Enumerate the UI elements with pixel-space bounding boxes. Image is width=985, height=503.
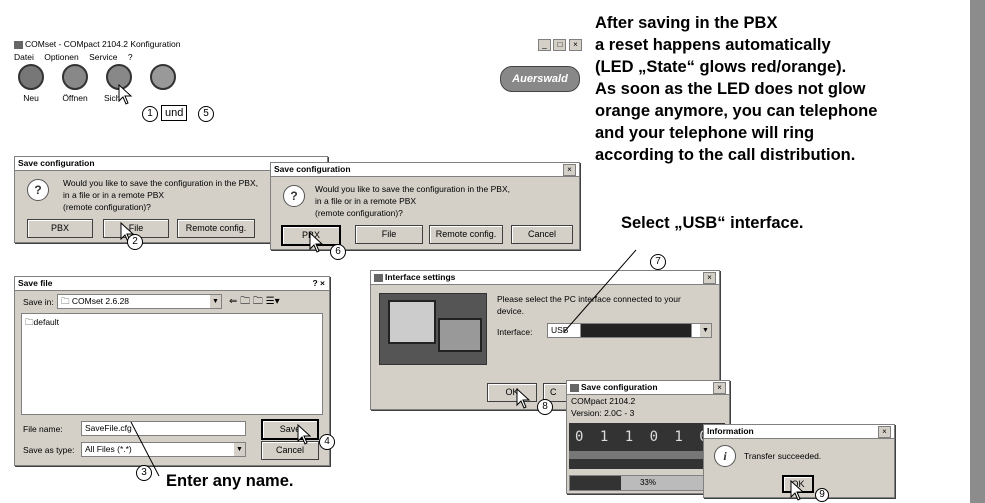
menu-bar: Datei Optionen Service ?	[14, 52, 141, 62]
new-icon	[18, 64, 44, 90]
toolbar-new-label: Neu	[23, 93, 39, 103]
device-name: COMpact 2104.2	[571, 396, 636, 406]
print-icon	[150, 64, 176, 90]
pointer-line-select-usb	[563, 249, 637, 333]
laptop-icon	[438, 318, 482, 352]
open-icon	[62, 64, 88, 90]
information-title: Information	[704, 425, 894, 439]
save-file-dialog: Save file ? × Save in: 🗀 COMset 2.6.28 ▼…	[14, 276, 330, 466]
close-button[interactable]: ×	[878, 426, 891, 438]
close-button[interactable]: ×	[563, 164, 576, 176]
interface-settings-title: Interface settings	[371, 271, 719, 285]
mouse-pointer-icon	[790, 480, 805, 501]
menu-service[interactable]: Service	[89, 52, 117, 62]
step-marker-8: 8	[537, 399, 553, 415]
close-button[interactable]: ×	[569, 39, 582, 51]
close-button[interactable]: ×	[713, 382, 726, 394]
data-display: 0 1 1 0 1 0	[569, 423, 725, 469]
save-in-label: Save in:	[23, 297, 54, 307]
step-marker-7: 7	[650, 254, 666, 270]
app-icon	[14, 40, 23, 49]
main-window-title: COMset - COMpact 2104.2 Konfiguration	[14, 38, 582, 50]
remote-config-button[interactable]: Remote config.	[177, 219, 255, 238]
monitor-icon	[388, 300, 436, 344]
save-file-title: Save file ? ×	[15, 277, 329, 291]
file-name-label: File name:	[23, 424, 63, 434]
minimize-button[interactable]: _	[537, 39, 551, 51]
file-list[interactable]: 🗀default	[21, 313, 323, 415]
toolbar-print-button[interactable]	[148, 64, 178, 94]
mouse-pointer-icon	[118, 84, 133, 105]
remote-config-button[interactable]: Remote config.	[429, 225, 503, 244]
interface-label: Interface:	[497, 327, 533, 337]
chevron-down-icon: ▼	[700, 324, 711, 337]
device-version: Version: 2.0C - 3	[571, 408, 635, 418]
toolbar-new-button[interactable]: Neu	[16, 64, 46, 106]
step-marker-6: 6	[330, 244, 346, 260]
step-marker-5: 5	[198, 106, 214, 122]
information-message: Transfer succeeded.	[744, 451, 822, 461]
bits-readout: 0 1 1 0 1 0	[575, 429, 712, 445]
pbx-button[interactable]: PBX	[27, 219, 93, 238]
chevron-down-icon: ▼	[234, 443, 245, 456]
toolbar-open-label: Öffnen	[62, 93, 88, 103]
auerswald-logo: Auerswald	[500, 66, 580, 92]
maximize-button[interactable]: □	[553, 39, 567, 51]
list-item[interactable]: 🗀default	[22, 314, 322, 331]
enter-name-annotation: Enter any name.	[166, 472, 294, 490]
folder-icon: 🗀	[25, 317, 34, 327]
mouse-pointer-icon	[309, 232, 324, 253]
step-marker-1: 1	[142, 106, 158, 122]
menu-datei[interactable]: Datei	[14, 52, 34, 62]
question-icon: ?	[283, 185, 305, 207]
save-as-label: Save as type:	[23, 445, 75, 455]
mouse-pointer-icon	[297, 424, 312, 445]
save-config-2-title: Save configuration	[271, 163, 579, 177]
file-button[interactable]: File	[355, 225, 423, 244]
right-sidebar-bar	[970, 0, 985, 503]
select-usb-annotation: Select „USB“ interface.	[621, 214, 804, 232]
step-marker-2: 2	[127, 234, 143, 250]
step-marker-9: 9	[815, 488, 829, 502]
save-progress-title: Save configuration	[567, 381, 729, 395]
main-window: COMset - COMpact 2104.2 Konfiguration _ …	[14, 38, 582, 118]
save-config-2-message: Would you like to save the configuration…	[315, 184, 510, 218]
question-icon: ?	[27, 179, 49, 201]
after-saving-annotation: After saving in the PBX a reset happens …	[595, 14, 878, 164]
folder-icon: 🗀	[61, 296, 72, 306]
cancel-button[interactable]: Cancel	[511, 225, 573, 244]
menu-help[interactable]: ?	[128, 52, 133, 62]
toolbar-open-button[interactable]: Öffnen	[58, 64, 92, 106]
und-label: und	[161, 105, 188, 121]
window-controls: _ □ ×	[537, 38, 582, 51]
info-icon: i	[714, 445, 736, 467]
computer-illustration	[379, 293, 487, 365]
app-icon	[374, 273, 383, 282]
menu-optionen[interactable]: Optionen	[44, 52, 79, 62]
mouse-pointer-icon	[516, 388, 531, 409]
close-button[interactable]: ×	[703, 272, 716, 284]
folder-nav-icons[interactable]: ⇐ 🗀 🗀 ☰▾	[229, 294, 280, 311]
app-icon	[570, 383, 579, 392]
help-close-buttons[interactable]: ? ×	[312, 277, 325, 290]
display-strip	[569, 451, 725, 459]
step-marker-4: 4	[319, 434, 335, 450]
chevron-down-icon: ▼	[210, 295, 221, 308]
save-in-dropdown[interactable]: 🗀 COMset 2.6.28 ▼	[57, 294, 222, 309]
step-marker-3: 3	[136, 465, 152, 481]
save-config-1-message: Would you like to save the configuration…	[63, 178, 258, 212]
